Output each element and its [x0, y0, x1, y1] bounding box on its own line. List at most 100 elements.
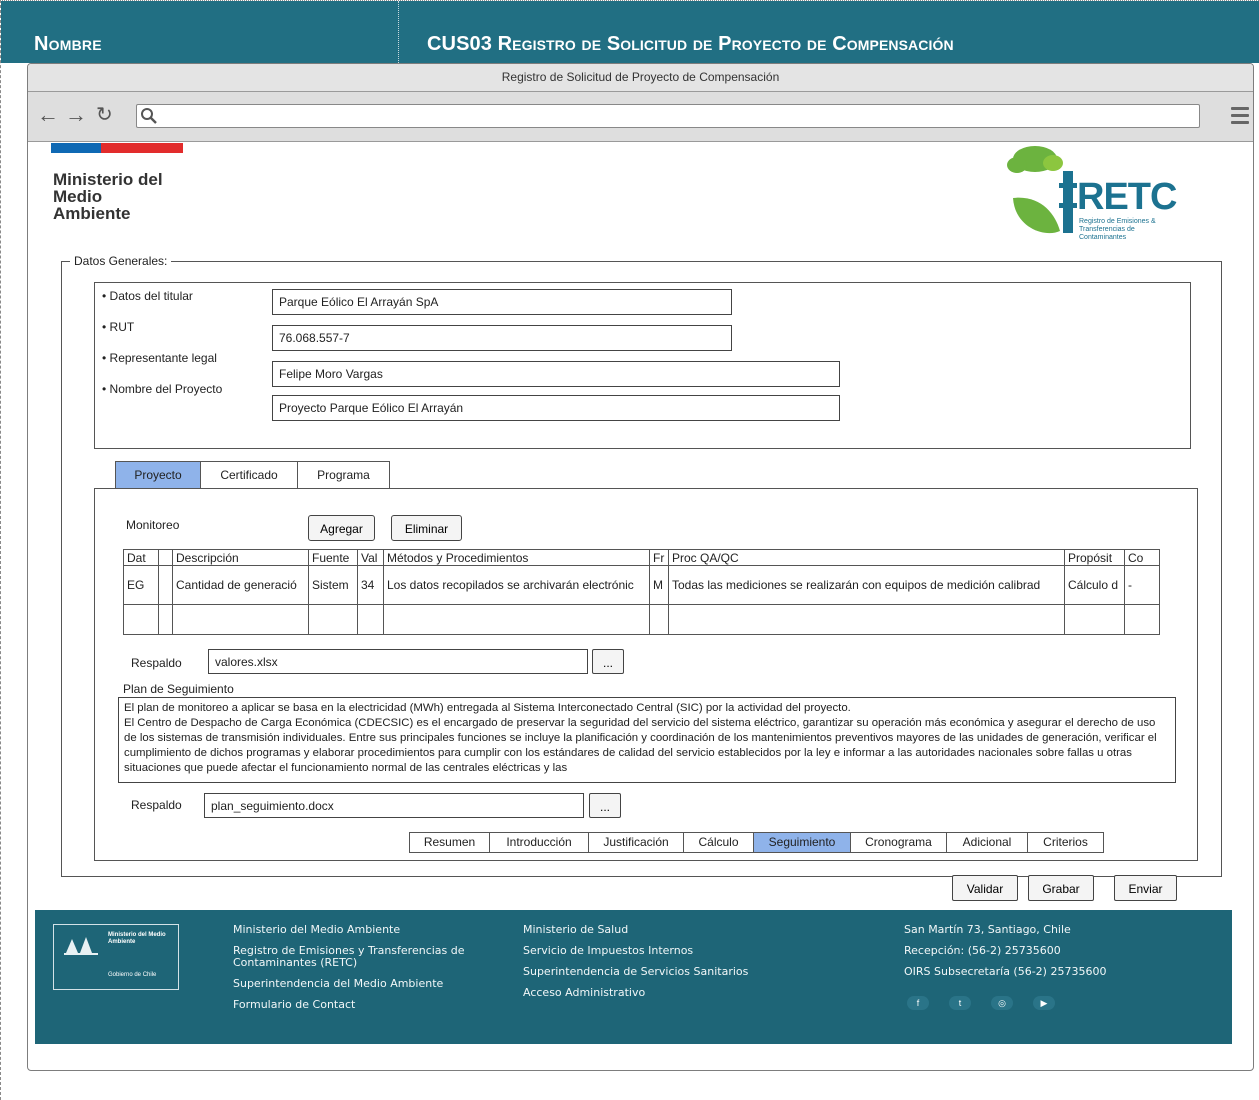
arrow-right-icon[interactable]: → — [65, 104, 87, 126]
hamburger-menu-icon[interactable] — [1231, 107, 1249, 128]
column-header[interactable]: Métodos y Procedimientos — [383, 549, 650, 566]
subtab-criterios[interactable]: Criterios — [1027, 832, 1104, 853]
table-cell: 34 — [357, 565, 384, 605]
arrow-left-icon[interactable]: ← — [37, 104, 59, 126]
site-footer: Ministerio del Medio Ambiente Gobierno d… — [35, 910, 1232, 1044]
browse-button[interactable]: ... — [592, 649, 624, 674]
monitoring-table: Dat Descripción Fuente Val Métodos y Pro… — [123, 549, 1160, 635]
subtab-cronograma[interactable]: Cronograma — [850, 832, 947, 853]
use-case-header: Nombre CUS03 Registro de Solicitud de Pr… — [1, 1, 1259, 63]
rut-field[interactable]: 76.068.557-7 — [272, 325, 732, 351]
send-button[interactable]: Enviar — [1114, 875, 1177, 901]
ministry-logo-text: Ministerio del Medio Ambiente — [53, 170, 163, 223]
table-cell: Cantidad de generació — [172, 565, 309, 605]
subtab-resumen[interactable]: Resumen — [409, 832, 490, 853]
instagram-icon[interactable]: ◎ — [991, 996, 1013, 1010]
footer-column-links: Ministerio de Salud Servicio de Impuesto… — [523, 924, 763, 1008]
footer-link[interactable]: Ministerio del Medio Ambiente — [233, 924, 478, 936]
monitoring-label: Monitoreo — [126, 518, 180, 532]
plan-textarea[interactable]: El plan de monitoreo a aplicar se basa e… — [118, 697, 1176, 783]
column-header[interactable]: Descripción — [172, 549, 309, 566]
table-cell: Cálculo d — [1064, 565, 1125, 605]
legal-rep-field[interactable]: Felipe Moro Vargas — [272, 361, 840, 387]
footer-link[interactable]: Acceso Administrativo — [523, 987, 763, 999]
subtab-adicional[interactable]: Adicional — [946, 832, 1028, 853]
footer-oirs: OIRS Subsecretaría (56-2) 25735600 — [904, 965, 1107, 978]
browser-window: Registro de Solicitud de Proyecto de Com… — [27, 63, 1254, 1071]
legal-rep-label: • Representante legal — [102, 351, 217, 365]
table-cell: Todas las mediciones se realizarán con e… — [668, 565, 1065, 605]
table-row[interactable]: EG Cantidad de generació Sistem 34 Los d… — [123, 565, 1160, 605]
add-button[interactable]: Agregar — [308, 515, 375, 541]
footer-logo-title: Ministerio del Medio Ambiente — [108, 932, 166, 945]
footer-link[interactable]: Superintendencia del Medio Ambiente — [233, 978, 478, 990]
youtube-icon[interactable]: ▶ — [1033, 996, 1055, 1010]
footer-link[interactable]: Servicio de Impuestos Internos — [523, 945, 763, 957]
twitter-icon[interactable]: t — [949, 996, 971, 1010]
retc-wordmark: RETC — [1077, 176, 1177, 218]
subtab-calculo[interactable]: Cálculo — [683, 832, 754, 853]
retc-logo: RETC Registro de Emisiones & Transferenc… — [1005, 143, 1185, 243]
column-header[interactable]: Co — [1124, 549, 1160, 566]
facebook-icon[interactable]: f — [907, 996, 929, 1010]
header-name-label: Nombre — [34, 33, 102, 55]
gov-logo: Ministerio del Medio Ambiente Gobierno d… — [53, 924, 179, 990]
footer-link[interactable]: Formulario de Contact — [233, 999, 478, 1011]
project-name-field[interactable]: Proyecto Parque Eólico El Arrayán — [272, 395, 840, 421]
footer-column-ministry: Ministerio del Medio Ambiente Registro d… — [233, 924, 478, 1020]
footer-phone: Recepción: (56-2) 25735600 — [904, 944, 1061, 957]
reload-icon[interactable]: ↻ — [96, 104, 113, 126]
project-name-label: • Nombre del Proyecto — [102, 382, 223, 396]
tab-certificado[interactable]: Certificado — [200, 461, 298, 489]
table-cell: Los datos recopilados se archivarán elec… — [383, 565, 650, 605]
column-header[interactable]: Proc QA/QC — [668, 549, 1065, 566]
browse-button[interactable]: ... — [589, 793, 621, 818]
table-cell — [158, 565, 173, 605]
url-bar[interactable] — [136, 104, 1200, 128]
column-header[interactable]: Fuente — [308, 549, 358, 566]
backup-file-field[interactable]: valores.xlsx — [208, 649, 588, 674]
column-header[interactable] — [158, 549, 173, 566]
header-use-case-title: CUS03 Registro de Solicitud de Proyecto … — [427, 33, 954, 55]
project-tab-panel: Monitoreo Agregar Eliminar Dat Descripci… — [94, 488, 1198, 861]
chile-coat-of-arms-icon — [64, 937, 98, 955]
header-separator — [398, 1, 399, 63]
holder-field[interactable]: Parque Eólico El Arrayán SpA — [272, 289, 732, 315]
fieldset-legend: Datos Generales: — [70, 253, 172, 269]
browser-toolbar: ← → ↻ — [28, 92, 1253, 142]
footer-link[interactable]: Superintendencia de Servicios Sanitarios — [523, 966, 763, 978]
tab-proyecto[interactable]: Proyecto — [115, 461, 201, 489]
backup-label: Respaldo — [131, 656, 182, 670]
backup-file-field[interactable]: plan_seguimiento.docx — [204, 793, 584, 818]
tab-programa[interactable]: Programa — [297, 461, 390, 489]
retc-subtitle: Registro de Emisiones & Transferencias d… — [1079, 218, 1156, 241]
column-header[interactable]: Propósit — [1064, 549, 1125, 566]
delete-button[interactable]: Eliminar — [391, 515, 462, 541]
column-header[interactable]: Dat — [123, 549, 159, 566]
footer-link[interactable]: Registro de Emisiones y Transferencias d… — [233, 945, 478, 969]
plan-text-line: El Centro de Despacho de Carga Económica… — [124, 717, 1157, 774]
footer-link[interactable]: Ministerio de Salud — [523, 924, 763, 936]
column-header[interactable]: Val — [357, 549, 384, 566]
holder-info-box: • Datos del titular Parque Eólico El Arr… — [94, 282, 1191, 449]
window-title: Registro de Solicitud de Proyecto de Com… — [28, 64, 1253, 92]
table-cell: M — [649, 565, 669, 605]
footer-address: San Martín 73, Santiago, Chile — [904, 923, 1071, 936]
save-button[interactable]: Grabar — [1028, 875, 1094, 901]
search-icon — [141, 108, 157, 124]
rut-label: • RUT — [102, 320, 135, 334]
general-data-fieldset: Datos Generales: • Datos del titular Par… — [61, 253, 1222, 877]
government-color-stripe — [51, 143, 183, 153]
plan-label: Plan de Seguimiento — [123, 682, 234, 696]
holder-label: • Datos del titular — [102, 289, 193, 303]
table-cell: Sistem — [308, 565, 358, 605]
subtab-justificacion[interactable]: Justificación — [588, 832, 684, 853]
validate-button[interactable]: Validar — [952, 875, 1018, 901]
backup-label: Respaldo — [131, 798, 182, 812]
subtab-introduccion[interactable]: Introducción — [489, 832, 589, 853]
table-cell: - — [1124, 565, 1160, 605]
subtab-seguimiento[interactable]: Seguimiento — [753, 832, 851, 853]
footer-column-contact: San Martín 73, Santiago, Chile Recepción… — [904, 924, 1224, 987]
column-header[interactable]: Fr — [649, 549, 669, 566]
table-row-empty[interactable] — [123, 604, 1160, 635]
